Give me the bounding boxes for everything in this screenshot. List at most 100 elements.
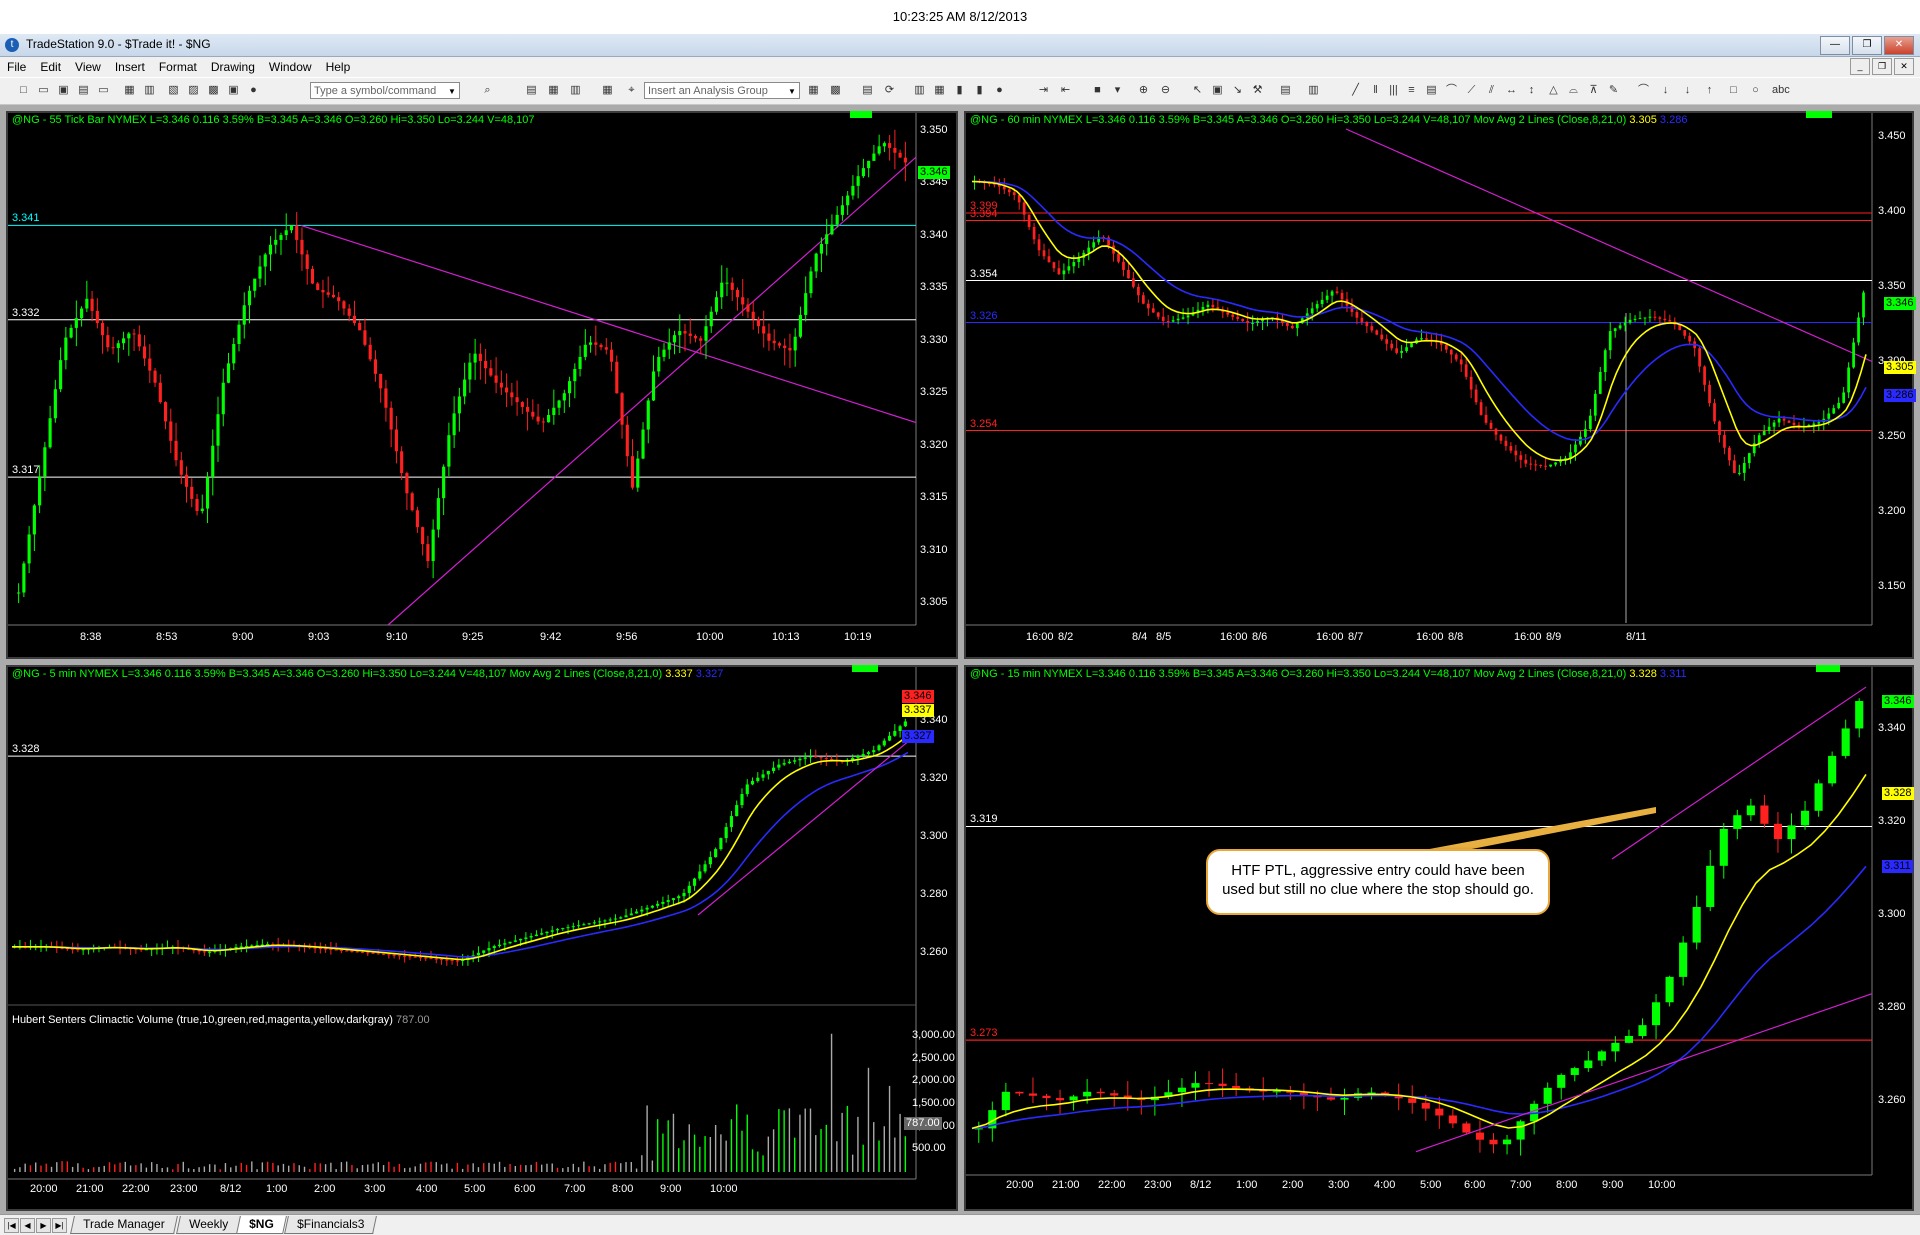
line-chart-icon[interactable]: ▦ — [932, 83, 947, 98]
print-icon[interactable]: ▥ — [142, 83, 157, 98]
candle-icon[interactable]: ▮ — [952, 83, 967, 98]
print-preview-icon[interactable]: ▦ — [122, 83, 137, 98]
menu-edit[interactable]: Edit — [33, 60, 68, 74]
horizontal-arrow-icon[interactable]: ↔ — [1504, 83, 1519, 98]
rectangle-icon[interactable]: □ — [1726, 83, 1741, 98]
chevron-down-icon[interactable]: ▼ — [785, 83, 799, 98]
chevron-down-icon[interactable]: ▼ — [445, 83, 459, 98]
menu-file[interactable]: File — [0, 60, 33, 74]
color-icon[interactable]: ■ — [1090, 83, 1105, 98]
window-icon[interactable]: ▧ — [166, 83, 181, 98]
lock-icon[interactable]: ▩ — [206, 83, 221, 98]
globe-icon[interactable]: ● — [246, 83, 261, 98]
select-icon[interactable]: ▣ — [1210, 83, 1225, 98]
chart-window-icon[interactable]: ▤ — [524, 83, 539, 98]
retracement-icon[interactable]: ▤ — [1424, 83, 1439, 98]
order-bar-icon[interactable]: ▤ — [1278, 83, 1293, 98]
layout-icon[interactable]: ▨ — [186, 83, 201, 98]
grid-icon[interactable]: ▦ — [600, 83, 615, 98]
arc-icon[interactable]: ⌒ — [1444, 83, 1459, 98]
gann-icon[interactable]: ⌓ — [1566, 83, 1581, 98]
vertical-lines-icon[interactable]: ||| — [1386, 83, 1401, 98]
chart-window-5min[interactable]: @NG - 5 min NYMEX L=3.346 0.116 3.59% B=… — [6, 665, 958, 1211]
price-chart[interactable] — [966, 113, 1912, 657]
dot-icon[interactable]: ● — [992, 83, 1007, 98]
matrix-icon[interactable]: ▥ — [568, 83, 583, 98]
maximize-button[interactable]: ❐ — [1852, 36, 1882, 55]
tab-weekly[interactable]: Weekly — [176, 1216, 242, 1234]
time-tick-label: 23:00 — [170, 1183, 198, 1195]
tab-ng[interactable]: $NG — [236, 1216, 287, 1234]
minimize-button[interactable]: — — [1820, 36, 1850, 55]
candle-red-icon[interactable]: ▮ — [972, 83, 987, 98]
triangle-icon[interactable]: △ — [1546, 83, 1561, 98]
zoom-out-icon[interactable]: ⊖ — [1158, 83, 1173, 98]
menu-window[interactable]: Window — [262, 60, 319, 74]
chevron-down-icon[interactable]: ▾ — [1110, 83, 1125, 98]
menu-insert[interactable]: Insert — [108, 60, 152, 74]
menu-help[interactable]: Help — [319, 60, 358, 74]
strategy-icon[interactable]: ▩ — [828, 83, 843, 98]
zoom-in-bars-icon[interactable]: ⇥ — [1036, 83, 1051, 98]
format-icon[interactable]: ▤ — [860, 83, 875, 98]
pointer-icon[interactable]: ↖ — [1190, 83, 1205, 98]
price-chart[interactable] — [966, 667, 1912, 1209]
chart-window-tick[interactable]: @NG - 55 Tick Bar NYMEX L=3.346 0.116 3.… — [6, 111, 958, 659]
arrow-up-icon[interactable]: ↑ — [1702, 83, 1717, 98]
save-icon[interactable]: ▣ — [56, 83, 71, 98]
price-chart[interactable] — [8, 667, 956, 1209]
next-tab-icon[interactable]: ▶ — [36, 1218, 51, 1233]
symbol-input[interactable]: Type a symbol/command ▼ — [310, 82, 460, 99]
arrow-down-red-icon[interactable]: ↓ — [1680, 83, 1695, 98]
arrow-down-icon[interactable]: ↓ — [1658, 83, 1673, 98]
close-button[interactable]: ✕ — [1884, 36, 1914, 55]
zoom-out-bars-icon[interactable]: ⇤ — [1058, 83, 1073, 98]
mdi-minimize-button[interactable]: _ — [1850, 58, 1870, 75]
andrews-icon[interactable]: ⊼ — [1586, 83, 1601, 98]
open-icon[interactable]: ▭ — [36, 83, 51, 98]
last-tab-icon[interactable]: ▶| — [52, 1218, 67, 1233]
vertical-arrow-icon[interactable]: ↕ — [1524, 83, 1539, 98]
prev-tab-icon[interactable]: ◀ — [20, 1218, 35, 1233]
candle-body — [434, 958, 438, 960]
save-all-icon[interactable]: ▤ — [76, 83, 91, 98]
first-tab-icon[interactable]: |◀ — [4, 1218, 19, 1233]
menu-format[interactable]: Format — [152, 60, 204, 74]
vertical-line-icon[interactable]: ‖ — [1368, 83, 1383, 98]
horizontal-line-icon[interactable]: ≡ — [1404, 83, 1419, 98]
fan-icon[interactable]: ⟋ — [1464, 83, 1479, 98]
ellipse-icon[interactable]: ○ — [1748, 83, 1763, 98]
mdi-restore-button[interactable]: ❐ — [1872, 58, 1892, 75]
folder-icon[interactable]: ▭ — [96, 83, 111, 98]
pencil-icon[interactable]: ✎ — [1606, 83, 1621, 98]
tab-trade-manager[interactable]: Trade Manager — [70, 1216, 178, 1234]
indicator-icon[interactable]: ▦ — [806, 83, 821, 98]
cursor-icon[interactable]: ⌖ — [624, 83, 639, 98]
candle-body — [487, 948, 491, 951]
tab-financials3[interactable]: $Financials3 — [284, 1216, 378, 1234]
bar-chart-icon[interactable]: ▥ — [912, 83, 927, 98]
channel-icon[interactable]: ⫽ — [1484, 83, 1499, 98]
candle-body — [452, 413, 456, 436]
trendline-icon[interactable]: ╱ — [1348, 83, 1363, 98]
text-icon[interactable]: abc — [1772, 83, 1790, 98]
chart-window-60min[interactable]: @NG - 60 min NYMEX L=3.346 0.116 3.59% B… — [964, 111, 1916, 659]
candle-body — [882, 143, 886, 147]
zoom-in-icon[interactable]: ⊕ — [1136, 83, 1151, 98]
refresh-icon[interactable]: ⟳ — [882, 83, 897, 98]
news-icon[interactable]: ▣ — [226, 83, 241, 98]
price-chart[interactable] — [8, 113, 956, 657]
arrow-icon[interactable]: ↘ — [1230, 83, 1245, 98]
lock-drawing-icon[interactable]: ▥ — [1306, 83, 1321, 98]
radar-icon[interactable]: ▦ — [546, 83, 561, 98]
menu-drawing[interactable]: Drawing — [204, 60, 262, 74]
chart-window-15min[interactable]: @NG - 15 min NYMEX L=3.346 0.116 3.59% B… — [964, 665, 1914, 1211]
mdi-close-button[interactable]: ✕ — [1894, 58, 1914, 75]
new-icon[interactable]: □ — [16, 83, 31, 98]
symbol-lookup-icon[interactable]: ⌕ — [480, 83, 495, 98]
curve-icon[interactable]: ⌒ — [1636, 83, 1651, 98]
menu-view[interactable]: View — [68, 60, 108, 74]
analysis-group-input[interactable]: Insert an Analysis Group ▼ — [644, 82, 800, 99]
annotation-callout[interactable]: HTF PTL, aggressive entry could have bee… — [1206, 849, 1550, 915]
tools-icon[interactable]: ⚒ — [1250, 83, 1265, 98]
